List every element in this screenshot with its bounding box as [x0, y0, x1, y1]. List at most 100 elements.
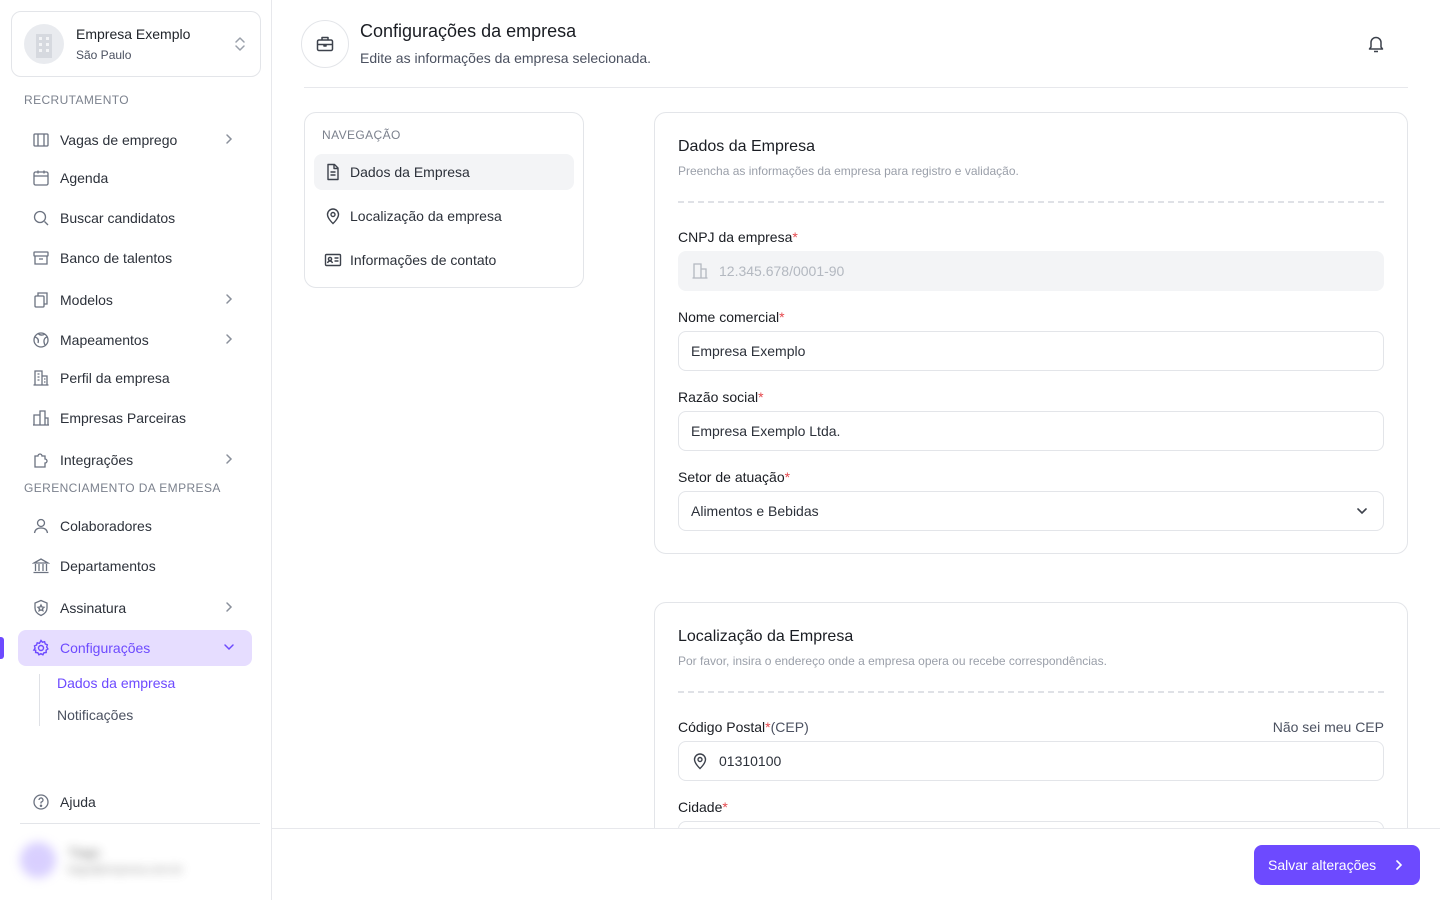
page-subtitle: Edite as informações da empresa selecion…	[360, 50, 652, 66]
save-button[interactable]: Salvar alterações	[1254, 845, 1420, 885]
section-link-company-location[interactable]: Localização da empresa	[314, 198, 574, 234]
sidebar-item-label: Colaboradores	[60, 518, 152, 534]
sidebar-item-label: Banco de talentos	[60, 250, 173, 266]
sidebar-item-jobs[interactable]: Vagas de emprego	[18, 122, 252, 158]
copy-icon	[32, 291, 50, 309]
sidebar-item-label: Assinatura	[60, 600, 127, 616]
legal-name-label: Razão social*	[678, 389, 764, 405]
chevron-right-icon	[222, 132, 236, 146]
section-navigation: NAVEGAÇÃO Dados da Empresa Localização d…	[304, 112, 584, 288]
sidebar-item-label: Departamentos	[60, 558, 156, 574]
location-card-title: Localização da Empresa	[678, 628, 854, 645]
trade-name-input[interactable]: Empresa Exemplo	[678, 331, 1384, 371]
sidebar-subitem-notifications[interactable]: Notificações	[57, 707, 133, 723]
sidebar-item-search-candidates[interactable]: Buscar candidatos	[18, 200, 252, 236]
building-icon	[32, 369, 50, 387]
sidebar-item-label: Integrações	[60, 452, 134, 468]
sidebar-item-help[interactable]: Ajuda	[32, 793, 96, 811]
user-name: Tiago	[68, 844, 101, 860]
chevron-right-icon	[1392, 858, 1406, 872]
company-card-title: Dados da Empresa	[678, 138, 815, 155]
sidebar-item-label: Buscar candidatos	[60, 210, 176, 226]
map-pin-icon	[691, 752, 709, 770]
section-link-label: Informações de contato	[350, 252, 497, 268]
postal-code-input[interactable]: 01310100	[678, 741, 1384, 781]
bank-icon	[32, 557, 50, 575]
sidebar-item-templates[interactable]: Modelos	[18, 282, 252, 318]
section-navigation-label: NAVEGAÇÃO	[322, 128, 401, 142]
sidebar-item-partner-companies[interactable]: Empresas Parceiras	[18, 400, 252, 436]
chevron-down-icon	[222, 640, 236, 654]
map-pin-icon	[324, 207, 342, 225]
buildings-icon	[32, 409, 50, 427]
sidebar-divider	[20, 823, 260, 824]
section-link-label: Dados da Empresa	[350, 164, 470, 180]
briefcase-icon	[301, 20, 349, 68]
sidebar-item-label: Vagas de emprego	[60, 132, 178, 148]
help-label: Ajuda	[60, 794, 96, 810]
calendar-icon	[32, 169, 50, 187]
sidebar-item-integrations[interactable]: Integrações	[18, 442, 252, 478]
sidebar-item-agenda[interactable]: Agenda	[18, 160, 252, 196]
user-menu[interactable]: Tiago tiago@empresa.com.br	[20, 838, 260, 882]
gear-icon	[32, 639, 50, 657]
section-label-management: GERENCIAMENTO DA EMPRESA	[24, 481, 221, 495]
header-divider	[304, 87, 1408, 88]
legal-name-input[interactable]: Empresa Exemplo Ltda.	[678, 411, 1384, 451]
chevron-up-down-icon	[232, 34, 248, 54]
company-card-description: Preencha as informações da empresa para …	[678, 164, 1019, 178]
briefcase-icon	[32, 131, 50, 149]
postal-code-label: Código Postal*(CEP)	[678, 719, 809, 735]
sidebar-item-label: Modelos	[60, 292, 113, 308]
sidebar-item-talent-bank[interactable]: Banco de talentos	[18, 240, 252, 276]
help-circle-icon	[32, 793, 50, 811]
sidebar-item-company-profile[interactable]: Perfil da empresa	[18, 360, 252, 396]
city-label: Cidade*	[678, 799, 728, 815]
chevron-right-icon	[222, 332, 236, 346]
globe-icon	[32, 331, 50, 349]
sidebar-subitem-company-data[interactable]: Dados da empresa	[57, 675, 175, 691]
section-link-company-data[interactable]: Dados da Empresa	[314, 154, 574, 190]
archive-icon	[32, 249, 50, 267]
company-data-card: Dados da Empresa Preencha as informações…	[654, 112, 1408, 554]
unknown-cep-link[interactable]: Não sei meu CEP	[1273, 719, 1384, 735]
sidebar-item-employees[interactable]: Colaboradores	[18, 508, 252, 544]
document-icon	[324, 163, 342, 181]
building-icon	[24, 24, 64, 64]
avatar	[20, 842, 56, 878]
org-switcher[interactable]: Empresa Exemplo São Paulo	[11, 11, 261, 77]
user-email: tiago@empresa.com.br	[68, 863, 183, 876]
postal-code-value: 01310100	[719, 753, 782, 769]
active-indicator	[0, 637, 4, 659]
sidebar-item-mappings[interactable]: Mapeamentos	[18, 322, 252, 358]
sidebar-item-label: Agenda	[60, 170, 109, 186]
chevron-right-icon	[222, 452, 236, 466]
sidebar-item-label: Empresas Parceiras	[60, 410, 187, 426]
puzzle-icon	[32, 451, 50, 469]
sidebar-item-settings[interactable]: Configurações	[18, 630, 252, 666]
chevron-right-icon	[222, 292, 236, 306]
sidebar-item-subscription[interactable]: Assinatura	[18, 590, 252, 626]
save-button-label: Salvar alterações	[1268, 857, 1377, 873]
shield-star-icon	[32, 599, 50, 617]
section-label-recruitment: RECRUTAMENTO	[24, 93, 130, 107]
sidebar-item-label: Configurações	[60, 640, 151, 656]
legal-name-value: Empresa Exemplo Ltda.	[691, 423, 841, 439]
sidebar-item-departments[interactable]: Departamentos	[18, 548, 252, 584]
building-icon	[691, 262, 709, 280]
sidebar-item-label: Mapeamentos	[60, 332, 149, 348]
page-title: Configurações da empresa	[360, 21, 577, 41]
sidebar: Empresa Exemplo São Paulo RECRUTAMENTO V…	[0, 0, 272, 900]
section-link-label: Localização da empresa	[350, 208, 502, 224]
chevron-down-icon	[1355, 504, 1369, 518]
sector-select[interactable]: Alimentos e Bebidas	[678, 491, 1384, 531]
user-icon	[32, 517, 50, 535]
bell-icon[interactable]	[1366, 34, 1386, 54]
section-link-contact-info[interactable]: Informações de contato	[314, 242, 574, 278]
search-icon	[32, 209, 50, 227]
chevron-right-icon	[222, 600, 236, 614]
submenu-guide-line	[39, 674, 40, 726]
org-name: Empresa Exemplo	[76, 25, 191, 42]
location-card-description: Por favor, insira o endereço onde a empr…	[678, 654, 1107, 668]
id-card-icon	[324, 251, 342, 269]
